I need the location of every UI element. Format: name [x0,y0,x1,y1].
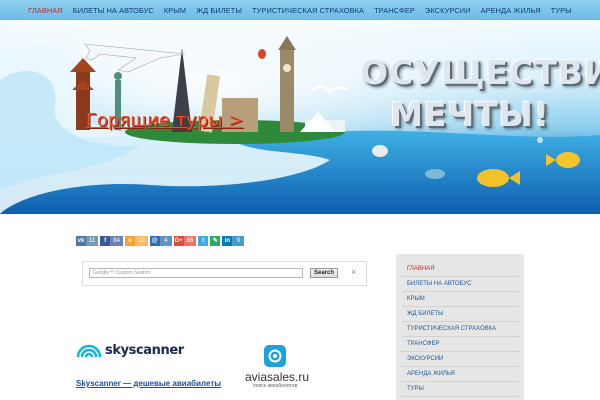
share-button-livejournal[interactable]: ✎ [210,236,221,246]
share-button-facebook[interactable]: f 84 [100,236,123,246]
skyscanner-logo[interactable]: skyscanner [76,341,184,359]
sidebar-item-rail-tickets[interactable]: ЖД БИЛЕТЫ [402,307,518,322]
odnoklassniki-icon: о [128,238,132,244]
nav-item-rentals[interactable]: АРЕНДА ЖИЛЬЯ [481,6,541,15]
share-count: 84 [110,236,123,246]
share-button-odnoklassniki[interactable]: о 10 [124,236,148,246]
vk-icon: vk [77,238,85,244]
search-button[interactable]: Search [310,268,338,278]
nav-item-excursions[interactable]: ЭКСКУРСИИ [425,6,471,15]
livejournal-icon: ✎ [212,238,218,244]
share-button-twitter[interactable]: t [198,236,209,246]
hero-headline-line2: МЕЧТЫ! [390,95,550,134]
share-button-linkedin[interactable]: in 9 [222,236,245,246]
google-search-box: Google™ Custom Search Search × [82,261,367,286]
hero-headline-line1: ОСУЩЕСТВИ [360,53,600,92]
aviasales-name[interactable]: aviasales.ru [245,370,309,384]
sidebar-item-crimea[interactable]: КРЫМ [402,292,518,307]
top-navigation: ГЛАВНАЯ БИЛЕТЫ НА АВТОБУС КРЫМ ЖД БИЛЕТЫ… [0,0,600,20]
share-count: 86 [183,236,197,246]
share-count: 4 [159,236,172,246]
sidebar-item-bus-tickets[interactable]: БИЛЕТЫ НА АВТОБУС [402,277,518,292]
skyscanner-logo-text: skyscanner [105,342,184,358]
skyscanner-link[interactable]: Skyscanner — дешевые авиабилеты [76,379,221,388]
nav-item-bus-tickets[interactable]: БИЛЕТЫ НА АВТОБУС [73,6,154,15]
nav-item-crimea[interactable]: КРЫМ [164,6,186,15]
hero-banner: ОСУЩЕСТВИ МЕЧТЫ! Горящие туры > [0,20,600,214]
nav-item-travel-insurance[interactable]: ТУРИСТИЧЕСКАЯ СТРАХОВКА [252,6,364,15]
sidebar-item-transfer[interactable]: ТРАНСФЕР [402,337,518,352]
sidebar-item-home[interactable]: ГЛАВНАЯ [402,262,518,277]
search-input[interactable]: Google™ Custom Search [89,268,303,278]
share-button-vk[interactable]: vk 11 [76,236,99,246]
nav-item-home[interactable]: ГЛАВНАЯ [28,6,63,15]
share-bar: vk 11 f 84 о 10 @4 G+ 86 t ✎ in 9 [76,236,245,246]
twitter-icon: t [202,238,205,244]
share-count: 10 [134,236,148,246]
facebook-icon: f [104,238,107,244]
sidebar-item-excursions[interactable]: ЭКСКУРСИИ [402,352,518,367]
close-icon[interactable]: × [351,267,356,277]
aviasales-glyph [268,349,282,363]
sidebar-item-rentals[interactable]: АРЕНДА ЖИЛЬЯ [402,367,518,382]
share-count: 11 [86,236,99,246]
aviasales-icon[interactable] [264,345,286,367]
share-count: 9 [232,236,245,246]
googleplus-icon: G+ [174,238,183,244]
nav-item-tours[interactable]: ТУРЫ [551,6,572,15]
sidebar-menu: ГЛАВНАЯ БИЛЕТЫ НА АВТОБУС КРЫМ ЖД БИЛЕТЫ… [396,254,524,400]
share-button-mailru[interactable]: @4 [149,236,172,246]
linkedin-icon: in [224,238,230,244]
share-button-googleplus[interactable]: G+ 86 [173,236,197,246]
skyscanner-icon [76,344,102,358]
hot-tours-link[interactable]: Горящие туры > [86,110,243,131]
sidebar-item-travel-insurance[interactable]: ТУРИСТИЧЕСКАЯ СТРАХОВКА [402,322,518,337]
hero-headline: ОСУЩЕСТВИ МЕЧТЫ! [360,52,600,136]
mailru-icon: @ [151,238,158,244]
nav-item-transfer[interactable]: ТРАНСФЕР [374,6,415,15]
sidebar-item-tours[interactable]: ТУРЫ [402,382,518,397]
aviasales-subtitle: поиск авиабилетов [253,383,298,389]
nav-item-rail-tickets[interactable]: ЖД БИЛЕТЫ [196,6,242,15]
